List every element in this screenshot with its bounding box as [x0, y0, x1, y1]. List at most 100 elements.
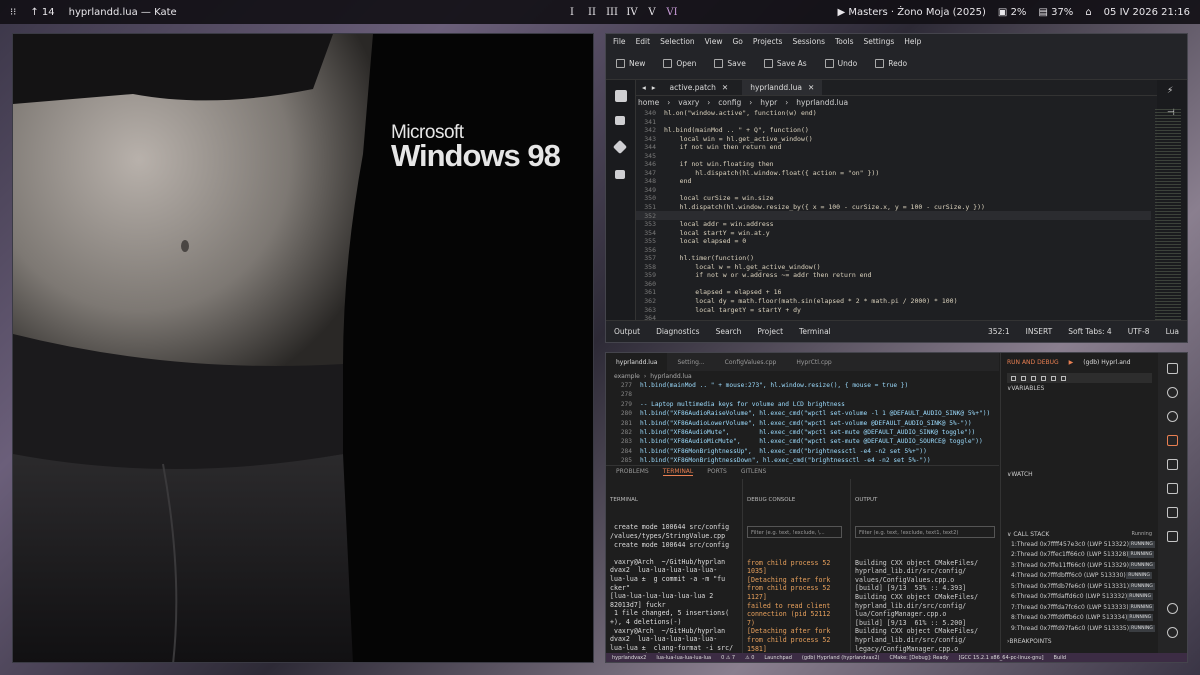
watch-section[interactable]: ∨ WATCH: [1001, 471, 1158, 529]
panel-tab-terminal[interactable]: TERMINAL: [662, 468, 694, 476]
breadcrumb-item[interactable]: example: [614, 373, 640, 380]
breadcrumb-item[interactable]: home: [638, 98, 659, 107]
lightning-icon[interactable]: ⚡: [1167, 86, 1173, 96]
workspace-1[interactable]: I: [566, 7, 578, 18]
output-filter-input[interactable]: Filter (e.g. text, !exclude, text1, text…: [855, 526, 995, 539]
code-editor[interactable]: 340 341 342 343 344 345 346 347 348 349 350 351 352 3…: [636, 109, 1151, 321]
account-icon[interactable]: [1167, 603, 1178, 614]
panel-tab-gitlens[interactable]: GITLENS: [741, 468, 767, 475]
step-into-icon[interactable]: [1031, 375, 1036, 381]
output-pane[interactable]: OUTPUT Filter (e.g. text, !exclude, text…: [850, 479, 999, 655]
image-window[interactable]: Microsoft Windows 98: [12, 33, 594, 663]
menu-go[interactable]: Go: [732, 37, 742, 46]
breakpoints-section[interactable]: › BREAKPOINTS: [1001, 636, 1052, 646]
manage-gear-icon[interactable]: [1167, 627, 1178, 638]
new-button[interactable]: New: [616, 59, 645, 68]
status-item[interactable]: UTF-8: [1128, 327, 1150, 336]
step-out-icon[interactable]: [1041, 375, 1046, 381]
workspace-6[interactable]: VI: [666, 7, 678, 18]
tab-prev-icon[interactable]: ◂: [642, 83, 646, 92]
tab-next-icon[interactable]: ▸: [652, 83, 656, 92]
workspace-4[interactable]: IV: [626, 7, 638, 18]
terminal-pane[interactable]: TERMINAL create mode 100644 src/config/v…: [610, 479, 738, 655]
breadcrumb-item[interactable]: vaxry: [678, 98, 699, 107]
explorer-icon[interactable]: [1167, 363, 1178, 374]
menu-tools[interactable]: Tools: [835, 37, 853, 46]
open-button[interactable]: Open: [663, 59, 696, 68]
debug-config-select[interactable]: (gdb) Hyprl.and: [1083, 359, 1130, 366]
thread-row[interactable]: 3:Thread 0x7ffe11ff66c0 (LWP 513329) RUNN…: [1001, 560, 1158, 571]
breadcrumb-item[interactable]: config: [718, 98, 741, 107]
thread-row[interactable]: 9:Thread 0x7fffd97fa6c0 (LWP 513335) RUNN…: [1001, 623, 1158, 634]
source-control-icon[interactable]: [1167, 411, 1178, 422]
statusbar-item[interactable]: hyprlandvax2: [612, 655, 646, 661]
debug-filter-input[interactable]: Filter (e.g. text, !exclude, \...: [747, 526, 842, 539]
panel-tab-problems[interactable]: PROBLEMS: [616, 468, 649, 475]
thread-row[interactable]: 2:Thread 0x7ffec1ff66c0 (LWP 513328) RUNN…: [1001, 550, 1158, 561]
breadcrumb-item[interactable]: hyprlandd.lua: [796, 98, 848, 107]
status-terminal[interactable]: Terminal: [799, 327, 831, 336]
documents-icon[interactable]: [615, 90, 627, 102]
clock[interactable]: 05 IV 2026 21:16: [1104, 7, 1190, 18]
tab-active-patch[interactable]: active.patch ✕: [662, 80, 737, 95]
redo-button[interactable]: Redo: [875, 59, 907, 68]
menu-projects[interactable]: Projects: [753, 37, 783, 46]
menu-help[interactable]: Help: [904, 37, 921, 46]
start-debug-icon[interactable]: ▶: [1069, 359, 1074, 366]
menu-selection[interactable]: Selection: [660, 37, 695, 46]
status-item[interactable]: Lua: [1166, 327, 1179, 336]
editor-tab[interactable]: HyprCtl.cpp: [786, 353, 841, 371]
status-search[interactable]: Search: [716, 327, 742, 336]
step-over-icon[interactable]: [1021, 375, 1026, 381]
breadcrumb-item[interactable]: hyprlandd.lua: [650, 373, 691, 380]
restart-icon[interactable]: [1051, 375, 1056, 381]
workspace-2[interactable]: II: [586, 7, 598, 18]
save-button[interactable]: Save: [714, 59, 746, 68]
gitlens-icon[interactable]: [1167, 531, 1178, 542]
debug-console-pane[interactable]: DEBUG CONSOLE Filter (e.g. text, !exclud…: [742, 479, 846, 655]
status-diagnostics[interactable]: Diagnostics: [656, 327, 700, 336]
folder-icon[interactable]: [615, 116, 625, 125]
breadcrumb-item[interactable]: hypr: [760, 98, 777, 107]
status-item[interactable]: 352:1: [988, 327, 1010, 336]
close-icon[interactable]: ✕: [722, 83, 728, 92]
menu-edit[interactable]: Edit: [636, 37, 651, 46]
now-playing[interactable]: ▶ Masters · Żono Moja (2025): [837, 7, 985, 18]
thread-row[interactable]: 5:Thread 0x7fffdb7fe6c0 (LWP 513331) RUNN…: [1001, 581, 1158, 592]
tab-hyprlandd-lua[interactable]: hyprlandd.lua ✕: [742, 80, 823, 95]
menu-view[interactable]: View: [705, 37, 723, 46]
vscode-editor[interactable]: 277 hl.bind(mainMod .. " + mouse:273", hl…: [614, 381, 999, 465]
menu-file[interactable]: File: [613, 37, 626, 46]
variables-section[interactable]: ∨ VARIABLES: [1001, 385, 1158, 471]
thread-row[interactable]: 1:Thread 0x7ffff457e3c0 (LWP 513322) RUNN…: [1001, 539, 1158, 550]
status-item[interactable]: INSERT: [1026, 327, 1053, 336]
app-grid-icon[interactable]: ⁝⁝: [10, 7, 16, 18]
menu-settings[interactable]: Settings: [863, 37, 894, 46]
tray-icon[interactable]: ⌂: [1085, 7, 1091, 18]
editor-tab[interactable]: Setting...: [667, 353, 714, 371]
projects-icon[interactable]: [615, 170, 625, 179]
panel-tab-ports[interactable]: PORTS: [707, 468, 727, 475]
thread-row[interactable]: 7:Thread 0x7fffda7fc6c0 (LWP 513333) RUNN…: [1001, 602, 1158, 613]
kate-window[interactable]: File Edit Selection View Go Projects Sessions T…: [605, 33, 1188, 343]
status-project[interactable]: Project: [757, 327, 783, 336]
testing-icon[interactable]: [1167, 507, 1178, 518]
menu-sessions[interactable]: Sessions: [792, 37, 825, 46]
pause-icon[interactable]: [1011, 375, 1016, 381]
status-output[interactable]: Output: [614, 327, 640, 336]
vscode-window[interactable]: hyprlandd.lua Setting... ConfigValues.cpp H…: [605, 352, 1188, 663]
stop-icon[interactable]: [1061, 375, 1066, 381]
statusbar-item[interactable]: (gdb) Hyprland (hyprlandvax2): [802, 655, 880, 661]
thread-row[interactable]: 4:Thread 0x7fffdbfff6c0 (LWP 513330) RUNN…: [1001, 571, 1158, 582]
thread-row[interactable]: 6:Thread 0x7fffdaffd6c0 (LWP 513332) RUNN…: [1001, 592, 1158, 603]
thread-row[interactable]: 8:Thread 0x7fffd9ffb6c0 (LWP 513334) RUNN…: [1001, 613, 1158, 624]
statusbar-item[interactable]: ⚠ 0: [745, 655, 754, 661]
statusbar-item[interactable]: lua-lua-lua-lua-lua-lua: [656, 655, 711, 661]
statusbar-item[interactable]: 0 ⚠ 7: [721, 655, 735, 661]
call-stack-section[interactable]: ∨ CALL STACK Running: [1001, 529, 1158, 539]
status-item[interactable]: Soft Tabs: 4: [1068, 327, 1111, 336]
search-icon[interactable]: [1167, 387, 1178, 398]
close-icon[interactable]: ✕: [808, 83, 814, 92]
workspace-3[interactable]: III: [606, 7, 618, 18]
statusbar-item[interactable]: CMake: [Debug]: Ready: [890, 655, 949, 661]
